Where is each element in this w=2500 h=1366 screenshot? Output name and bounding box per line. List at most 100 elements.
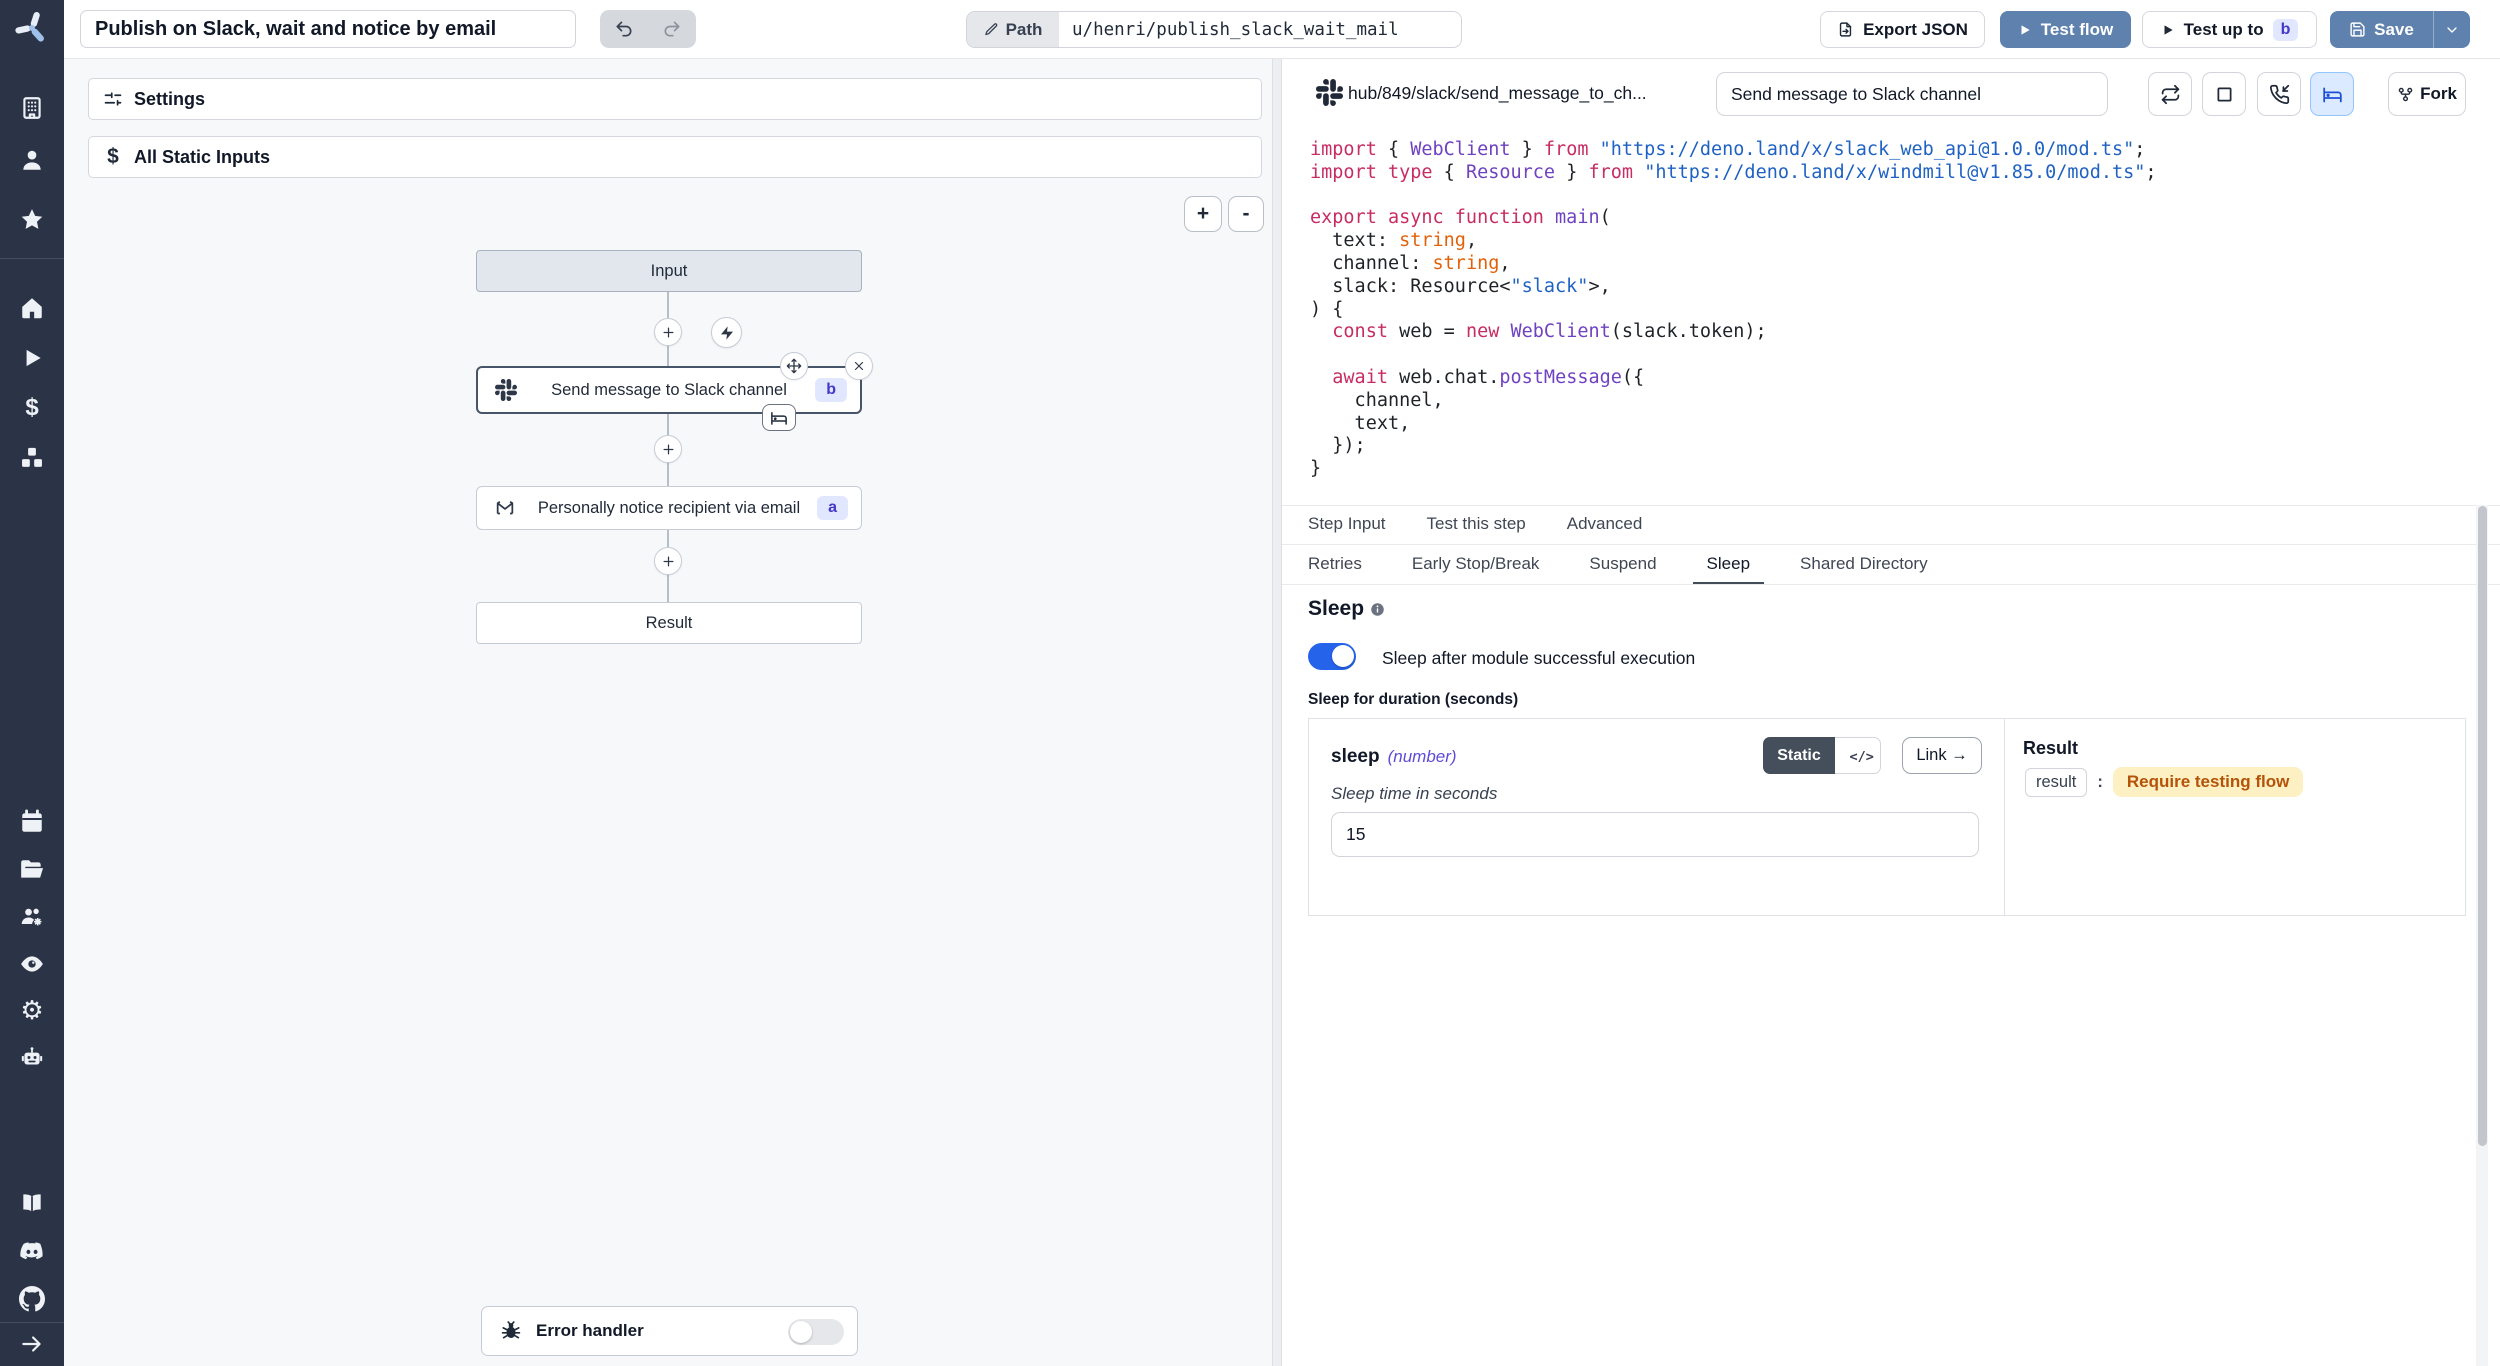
tab-test-this-step[interactable]: Test this step <box>1415 506 1538 544</box>
undo-icon <box>614 19 634 39</box>
sidebar-item-audit-logs[interactable] <box>19 951 45 977</box>
zoom-out-button[interactable]: - <box>1228 196 1264 232</box>
sidebar-item-variables[interactable]: $ <box>19 395 45 421</box>
subtab-suspend[interactable]: Suspend <box>1575 545 1670 584</box>
sidebar-item-folders[interactable] <box>19 857 45 883</box>
code-editor[interactable]: import { WebClient } from "https://deno.… <box>1310 139 2157 481</box>
file-export-icon <box>1837 21 1854 38</box>
sleep-indicator-chip[interactable] <box>762 404 796 431</box>
phone-incoming-icon <box>2269 84 2290 105</box>
path-edit-button[interactable]: Path <box>967 12 1059 47</box>
plus-icon <box>661 442 676 457</box>
save-button[interactable]: Save <box>2330 11 2433 48</box>
step-detail-panel: hub/849/slack/send_message_to_ch... Fork… <box>1282 59 2500 1366</box>
info-icon[interactable] <box>1370 602 1385 617</box>
expand-sidebar-icon[interactable] <box>19 1331 45 1357</box>
flow-title-input[interactable] <box>80 10 576 48</box>
sidebar-item-discord[interactable] <box>19 1238 45 1264</box>
sleep-duration-input[interactable] <box>1331 812 1979 857</box>
scrollbar-thumb[interactable] <box>2478 506 2487 1146</box>
sidebar-item-workers[interactable] <box>19 1045 45 1071</box>
test-flow-button[interactable]: Test flow <box>2000 11 2131 48</box>
add-step-button[interactable] <box>654 435 682 463</box>
scrollbar-track[interactable] <box>2476 505 2488 1366</box>
subtab-retries[interactable]: Retries <box>1294 545 1376 584</box>
static-mode-button[interactable]: Static <box>1763 737 1835 774</box>
subtab-early-stop[interactable]: Early Stop/Break <box>1398 545 1554 584</box>
error-handler-toggle[interactable] <box>788 1319 844 1345</box>
input-node-label: Input <box>651 262 688 281</box>
static-code-toggle: Static </> <box>1763 737 1881 774</box>
settings-section[interactable]: Settings <box>88 78 1262 120</box>
flow-canvas[interactable]: Settings $ All Static Inputs + - Input S… <box>64 59 1272 1366</box>
redo-icon <box>662 19 682 39</box>
add-step-button[interactable] <box>654 547 682 575</box>
error-handler-node[interactable]: Error handler <box>481 1306 858 1356</box>
dollar-icon: $ <box>103 147 123 167</box>
email-node-id-badge: a <box>817 496 848 520</box>
path-input[interactable] <box>1059 12 1461 47</box>
flow-node-result[interactable]: Result <box>476 602 862 644</box>
undo-button[interactable] <box>600 10 648 48</box>
sidebar-item-groups[interactable] <box>19 904 45 930</box>
sleep-field-name: sleep(number) <box>1331 746 1457 768</box>
step-id-badge: b <box>2273 19 2299 41</box>
tab-advanced[interactable]: Advanced <box>1555 506 1655 544</box>
slack-node-id-badge: b <box>815 378 847 402</box>
fork-button[interactable]: Fork <box>2388 72 2466 116</box>
sidebar-item-github[interactable] <box>19 1286 45 1312</box>
sidebar-divider <box>0 1322 64 1323</box>
sidebar-item-home[interactable] <box>19 295 45 321</box>
sleep-toggle-label: Sleep after module successful execution <box>1382 648 1695 669</box>
sidebar-item-favorites[interactable] <box>19 207 45 233</box>
sliders-icon <box>103 89 123 109</box>
export-json-button[interactable]: Export JSON <box>1820 11 1985 48</box>
sidebar-item-runs[interactable] <box>19 345 45 371</box>
export-json-label: Export JSON <box>1863 20 1968 40</box>
subtab-shared-directory[interactable]: Shared Directory <box>1786 545 1942 584</box>
step-summary-input[interactable] <box>1716 72 2108 116</box>
code-icon: </> <box>1850 748 1866 764</box>
delete-step-button[interactable] <box>845 352 873 380</box>
save-split-button: Save <box>2330 11 2470 48</box>
suspend-icon-button[interactable] <box>2257 72 2301 116</box>
flow-node-email-step[interactable]: Personally notice recipient via email a <box>476 486 862 530</box>
early-stop-icon-button[interactable] <box>2202 72 2246 116</box>
sidebar-item-workspace[interactable] <box>19 95 45 121</box>
result-title: Result <box>2023 738 2078 759</box>
redo-button[interactable] <box>648 10 696 48</box>
plus-icon <box>661 325 676 340</box>
sidebar-item-settings[interactable]: ⚙ <box>19 997 45 1023</box>
sidebar-item-resources[interactable] <box>19 445 45 471</box>
close-icon <box>852 359 866 373</box>
save-dropdown-button[interactable] <box>2433 11 2470 48</box>
save-label: Save <box>2374 20 2414 40</box>
advanced-subtabs: Retries Early Stop/Break Suspend Sleep S… <box>1282 545 2500 585</box>
sidebar-divider <box>0 258 64 259</box>
bug-icon <box>500 1320 522 1342</box>
test-up-to-label: Test up to <box>2184 20 2264 40</box>
error-handler-label: Error handler <box>536 1321 644 1341</box>
retries-icon-button[interactable] <box>2148 72 2192 116</box>
bed-icon <box>770 409 788 427</box>
sidebar-item-user[interactable] <box>19 147 45 173</box>
add-step-button[interactable] <box>654 318 682 346</box>
sidebar-item-docs[interactable] <box>19 1190 45 1216</box>
panel-splitter[interactable] <box>1272 59 1282 1366</box>
flow-node-input[interactable]: Input <box>476 250 862 292</box>
sleep-toggle[interactable] <box>1308 643 1356 670</box>
code-mode-button[interactable]: </> <box>1835 737 1881 774</box>
move-step-button[interactable] <box>780 352 808 380</box>
tab-step-input[interactable]: Step Input <box>1296 506 1398 544</box>
trigger-button[interactable] <box>711 317 742 348</box>
hub-script-path[interactable]: hub/849/slack/send_message_to_ch... <box>1348 83 1647 104</box>
zoom-in-button[interactable]: + <box>1184 196 1222 232</box>
test-up-to-button[interactable]: Test up to b <box>2142 11 2317 48</box>
link-button[interactable]: Link → <box>1902 737 1982 774</box>
subtab-sleep[interactable]: Sleep <box>1693 545 1764 584</box>
result-value-badge: Require testing flow <box>2113 767 2303 797</box>
sidebar-item-schedules[interactable] <box>19 809 45 835</box>
all-static-inputs-section[interactable]: $ All Static Inputs <box>88 136 1262 178</box>
windmill-logo-icon[interactable] <box>14 10 50 46</box>
sleep-icon-button[interactable] <box>2310 72 2354 116</box>
